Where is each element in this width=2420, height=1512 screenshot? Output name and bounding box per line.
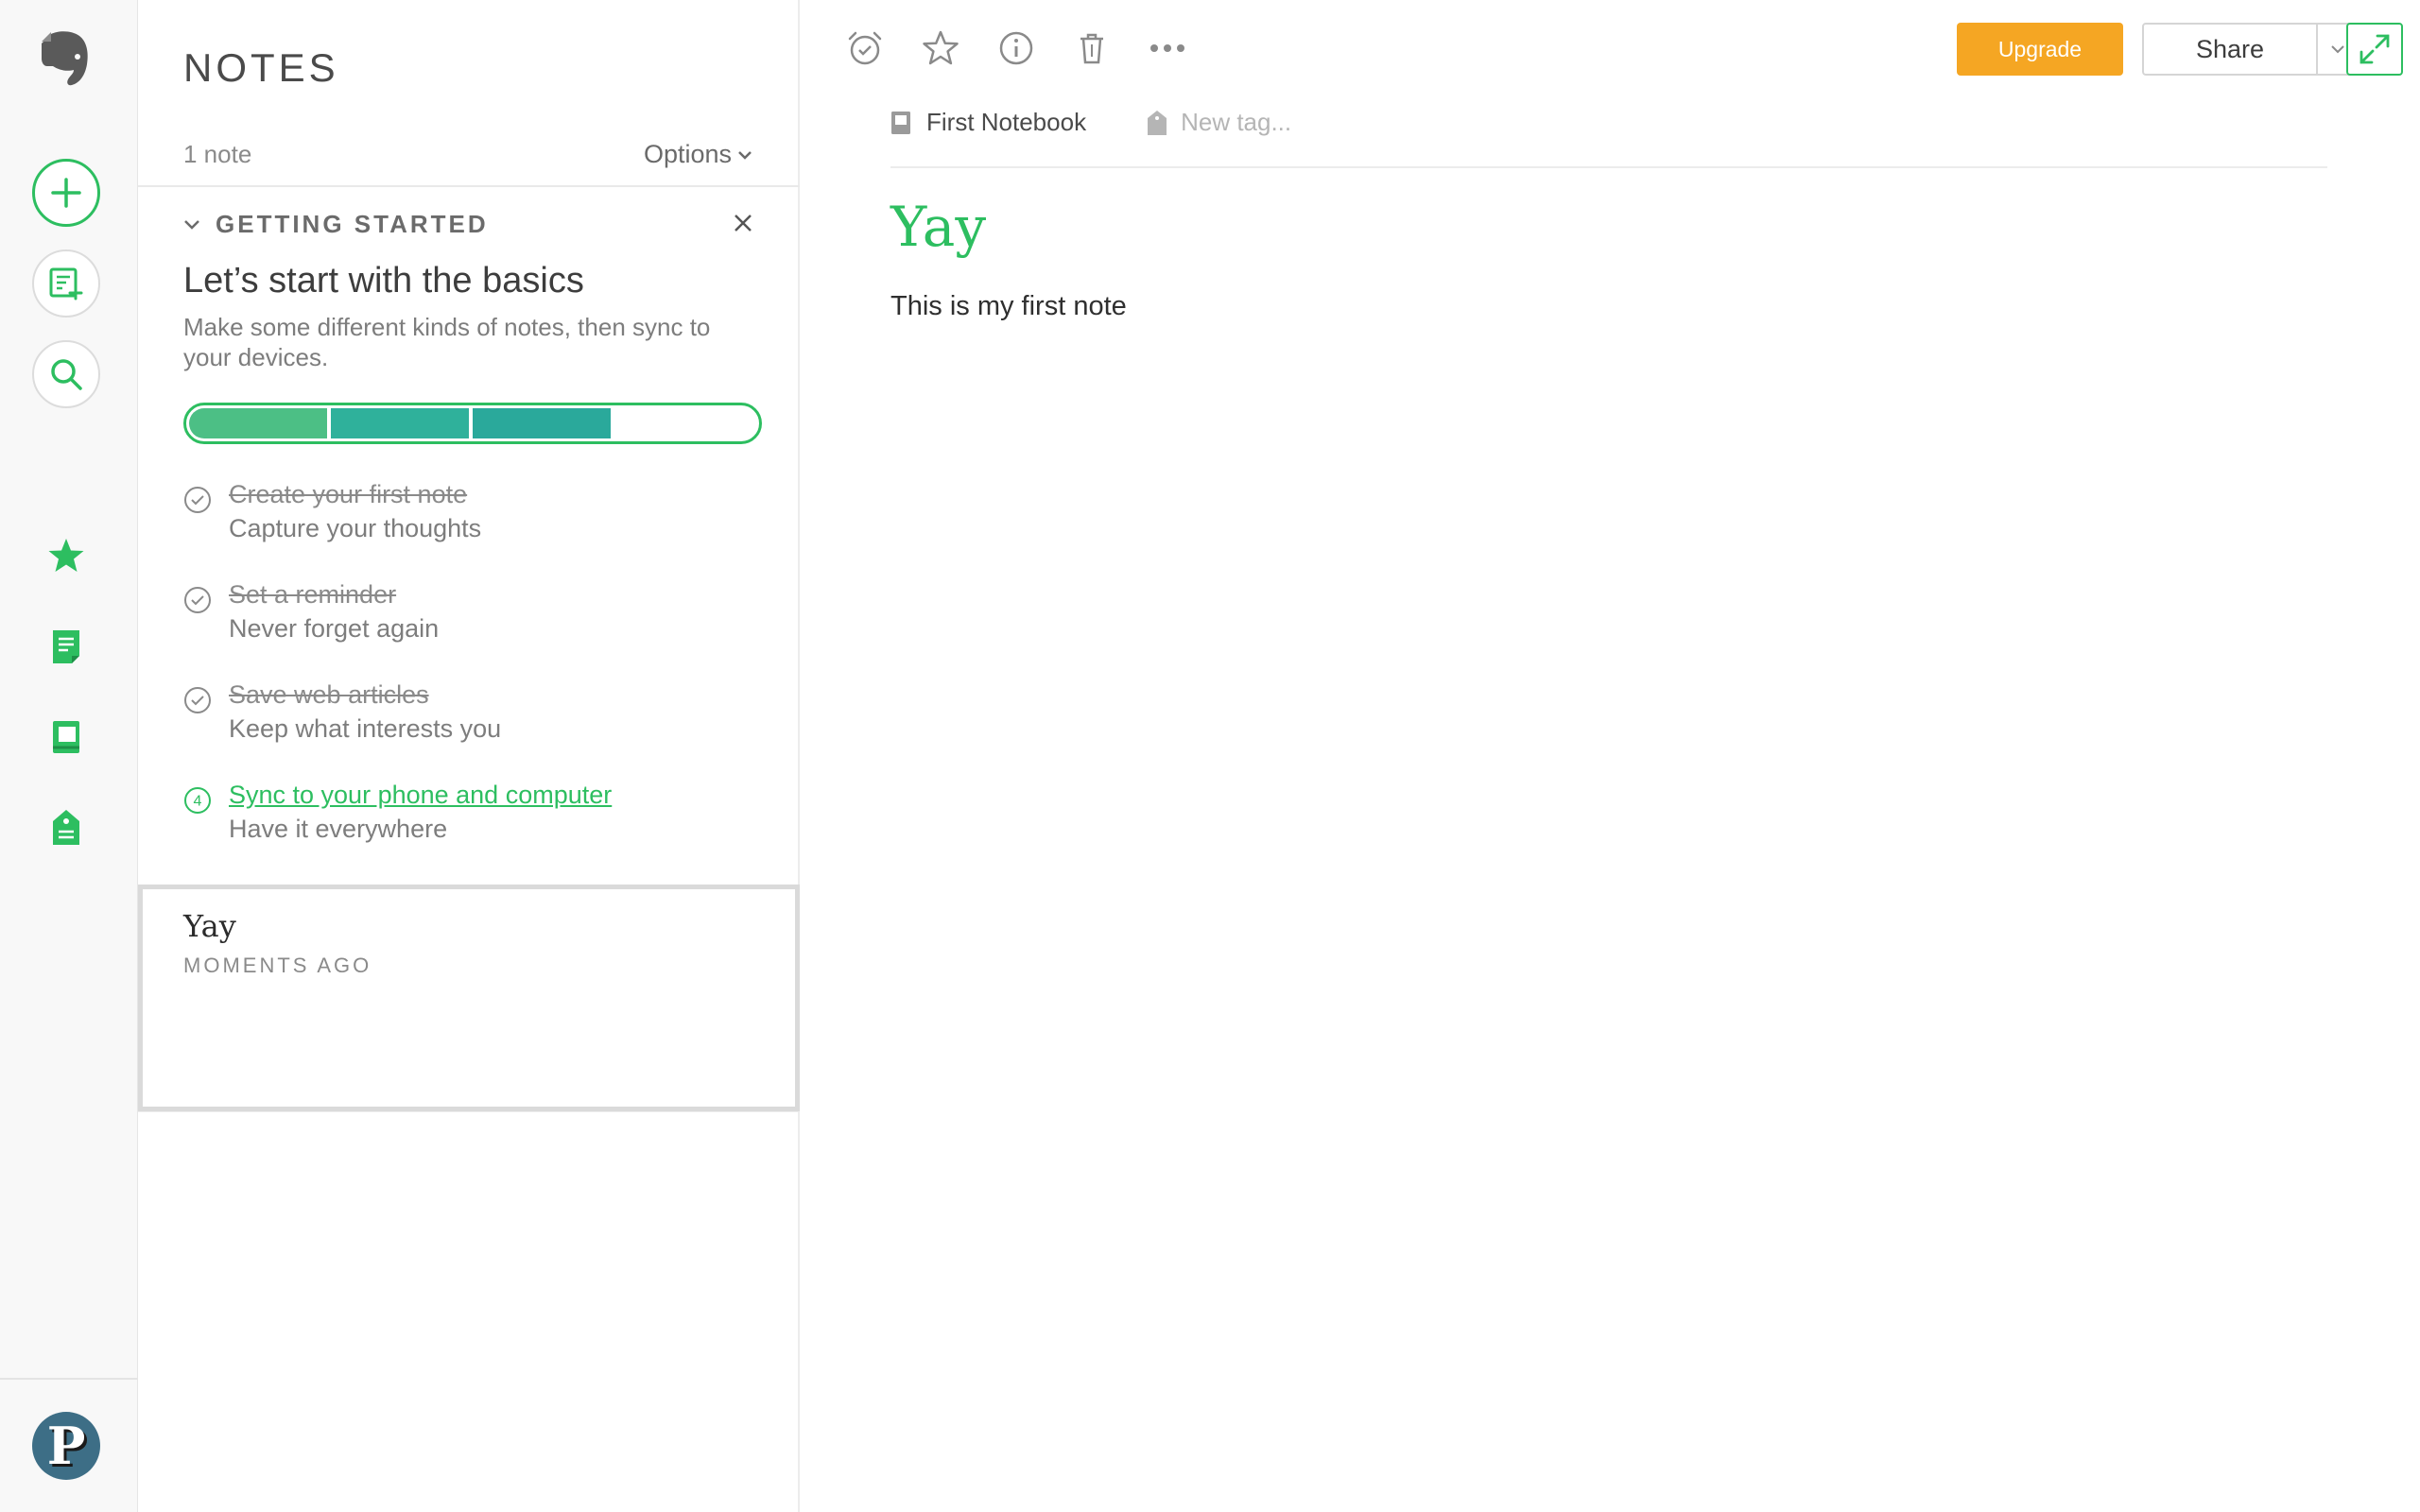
close-icon bbox=[735, 215, 752, 232]
avatar-letter: P bbox=[46, 1416, 86, 1476]
note-card[interactable]: Yay MOMENTS AGO bbox=[138, 885, 800, 1111]
left-rail: P bbox=[0, 0, 138, 1512]
reminder-button[interactable] bbox=[843, 26, 887, 70]
expand-icon bbox=[2360, 34, 2390, 64]
new-template-note-button[interactable] bbox=[32, 249, 100, 318]
new-tag-placeholder: New tag... bbox=[1181, 108, 1292, 136]
note-title[interactable]: Yay bbox=[890, 195, 986, 259]
plus-icon bbox=[51, 178, 81, 208]
alarm-clock-icon bbox=[848, 31, 882, 65]
delete-button[interactable] bbox=[1070, 26, 1114, 70]
note-count: 1 note bbox=[183, 140, 252, 168]
progress-segment bbox=[331, 408, 469, 438]
shortcuts-nav[interactable] bbox=[43, 533, 89, 578]
more-actions-button[interactable] bbox=[1146, 26, 1189, 70]
new-note-button[interactable] bbox=[32, 159, 100, 227]
note-editor: Upgrade Share First Notebook New tag... bbox=[800, 0, 2420, 1512]
task-title: Save web articles bbox=[229, 680, 429, 709]
note-meta-bar: First Notebook New tag... bbox=[890, 108, 1291, 137]
star-outline-icon bbox=[923, 30, 959, 65]
notebook-icon bbox=[53, 721, 79, 753]
close-getting-started-button[interactable] bbox=[732, 212, 754, 234]
share-button[interactable]: Share bbox=[2142, 23, 2318, 76]
rail-divider bbox=[0, 1378, 138, 1380]
step-number: 4 bbox=[194, 794, 202, 810]
tag-icon bbox=[53, 810, 79, 845]
more-dots-icon bbox=[1150, 44, 1184, 52]
favorite-button[interactable] bbox=[919, 26, 962, 70]
task-subtitle: Never forget again bbox=[229, 614, 440, 643]
note-card-title: Yay bbox=[183, 908, 236, 944]
info-icon bbox=[999, 31, 1033, 65]
evernote-logo-icon[interactable] bbox=[38, 28, 93, 89]
notebooks-nav[interactable] bbox=[43, 714, 89, 760]
getting-started-heading: GETTING STARTED bbox=[216, 210, 489, 238]
check-circle-icon bbox=[184, 587, 211, 613]
list-divider bbox=[138, 1111, 800, 1112]
notebook-selector[interactable]: First Notebook bbox=[890, 108, 1086, 137]
note-card-date: MOMENTS AGO bbox=[183, 954, 372, 977]
notes-nav[interactable] bbox=[43, 624, 89, 669]
chevron-down-icon bbox=[2331, 45, 2344, 54]
task-create-first-note[interactable]: Create your first note Capture your thou… bbox=[183, 480, 769, 558]
note-icon bbox=[53, 630, 79, 663]
getting-started-subtitle: Make some different kinds of notes, then… bbox=[183, 313, 711, 371]
notebook-name: First Notebook bbox=[926, 108, 1087, 136]
editor-divider bbox=[890, 166, 2327, 168]
notebook-icon bbox=[891, 111, 910, 134]
chevron-down-icon bbox=[184, 219, 199, 230]
getting-started-toggle[interactable]: GETTING STARTED bbox=[183, 210, 489, 239]
trash-icon bbox=[1080, 33, 1103, 64]
check-circle-icon bbox=[184, 687, 211, 713]
notes-list-title: NOTES bbox=[183, 45, 339, 90]
tags-nav[interactable] bbox=[43, 805, 89, 850]
note-info-button[interactable] bbox=[994, 26, 1038, 70]
getting-started-title: Let’s start with the basics bbox=[183, 261, 584, 301]
note-body[interactable]: This is my first note bbox=[890, 291, 1127, 322]
notes-list-panel: NOTES 1 note Options GETTING STARTED Let… bbox=[138, 0, 800, 1512]
new-tag-input[interactable]: New tag... bbox=[1147, 108, 1291, 137]
options-label: Options bbox=[643, 140, 732, 168]
task-sync-devices[interactable]: 4 Sync to your phone and computer Have i… bbox=[183, 781, 769, 858]
step-number-icon: 4 bbox=[184, 787, 211, 814]
task-set-reminder[interactable]: Set a reminder Never forget again bbox=[183, 580, 769, 658]
task-title-link[interactable]: Sync to your phone and computer bbox=[229, 781, 612, 810]
chevron-down-icon bbox=[738, 150, 752, 160]
task-subtitle: Capture your thoughts bbox=[229, 514, 482, 542]
search-icon bbox=[51, 359, 82, 390]
getting-started-progress-bar bbox=[183, 403, 762, 444]
task-save-web-articles[interactable]: Save web articles Keep what interests yo… bbox=[183, 680, 769, 758]
options-dropdown[interactable]: Options bbox=[644, 140, 752, 169]
search-button[interactable] bbox=[32, 340, 100, 408]
expand-button[interactable] bbox=[2346, 23, 2403, 76]
task-subtitle: Keep what interests you bbox=[229, 714, 502, 743]
avatar[interactable]: P bbox=[32, 1412, 100, 1480]
task-title: Set a reminder bbox=[229, 580, 397, 609]
list-divider bbox=[138, 185, 800, 187]
task-subtitle: Have it everywhere bbox=[229, 815, 448, 843]
check-circle-icon bbox=[184, 487, 211, 513]
task-title: Create your first note bbox=[229, 480, 468, 508]
progress-segment bbox=[189, 408, 327, 438]
star-icon bbox=[48, 539, 84, 572]
progress-segment bbox=[473, 408, 611, 438]
note-add-icon bbox=[49, 267, 83, 301]
upgrade-button[interactable]: Upgrade bbox=[1957, 23, 2123, 76]
tag-icon bbox=[1148, 110, 1167, 135]
